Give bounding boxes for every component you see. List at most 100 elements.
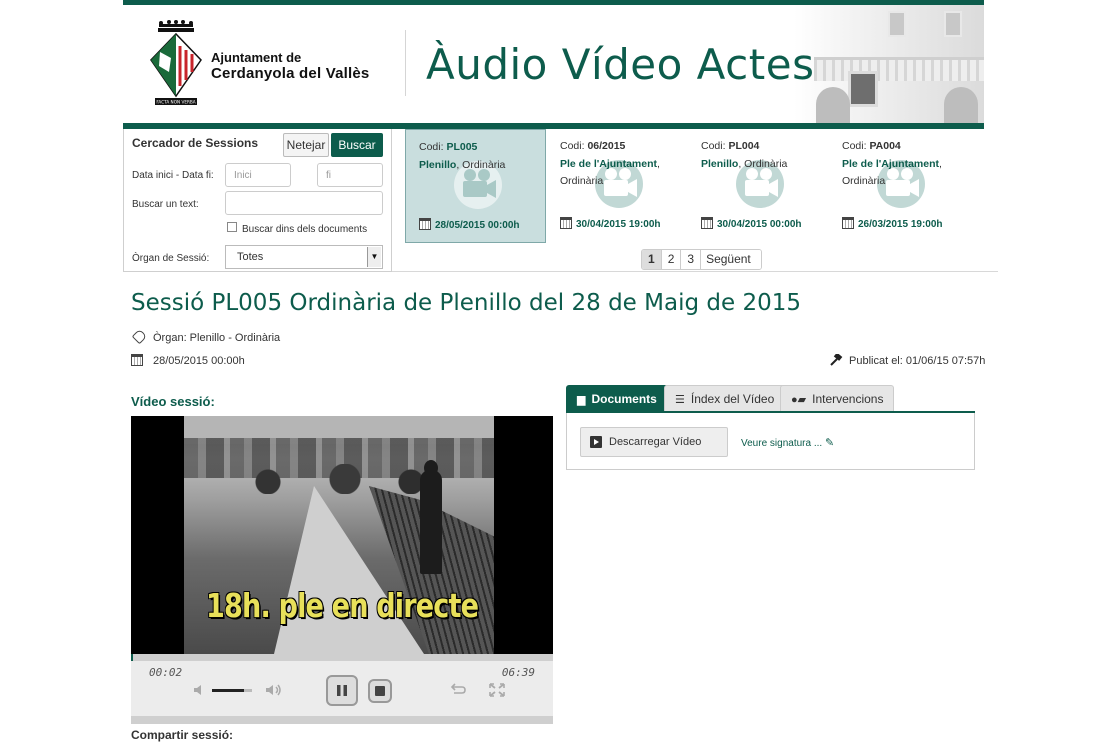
download-video-label: Descarregar Vídeo bbox=[609, 436, 702, 448]
session-card[interactable]: Codi: PA004 Ple de l'Ajuntament, Ordinàri… bbox=[829, 129, 970, 243]
download-video-button[interactable]: Descarregar Vídeo bbox=[580, 427, 728, 457]
tab-interventions-label: Intervencions bbox=[812, 392, 884, 406]
video-controls: 00:02 06:39 bbox=[131, 654, 553, 724]
duration: 06:39 bbox=[501, 666, 535, 679]
list-icon: ☰ bbox=[675, 394, 685, 406]
session-date-row: 28/05/2015 00:00h bbox=[131, 354, 245, 367]
clear-button[interactable]: Netejar bbox=[283, 133, 329, 157]
header-building-photo bbox=[794, 5, 984, 123]
session-organ-type: Plenillo, Ordinària bbox=[701, 158, 788, 170]
published-row: Publicat el: 01/06/15 07:57h bbox=[829, 354, 985, 367]
session-code: Codi: PL005 bbox=[419, 141, 478, 153]
stop-icon bbox=[375, 686, 385, 696]
search-button[interactable]: Buscar bbox=[331, 133, 383, 157]
current-time: 00:02 bbox=[149, 666, 183, 679]
documents-panel: Descarregar Vídeo Veure signatura ... ✎ bbox=[566, 411, 975, 470]
logo-line-1: Ajuntament de bbox=[211, 50, 302, 65]
session-organ-type: Plenillo, Ordinària bbox=[419, 159, 506, 171]
calendar-icon bbox=[419, 218, 431, 230]
view-signature-link[interactable]: Veure signatura ... ✎ bbox=[741, 436, 834, 449]
session-date: 28/05/2015 00:00h bbox=[153, 355, 245, 367]
session-code: Codi: PL004 bbox=[701, 140, 760, 152]
volume-fill bbox=[212, 689, 244, 692]
session-organ-row: Òrgan: Plenillo - Ordinària bbox=[131, 328, 281, 345]
header-divider bbox=[405, 30, 406, 96]
building-window bbox=[944, 11, 962, 37]
tab-video-index[interactable]: ☰ Índex del Vídeo bbox=[664, 385, 786, 412]
play-icon bbox=[590, 436, 602, 448]
building-arch bbox=[816, 87, 850, 123]
site-title[interactable]: Àudio Vídeo Actes bbox=[426, 40, 814, 89]
start-date-input[interactable]: Inici bbox=[225, 163, 291, 187]
user-chat-icon: ●▰ bbox=[791, 394, 807, 406]
calendar-icon bbox=[560, 217, 572, 229]
organ-select-value: Totes bbox=[237, 251, 264, 263]
session-card[interactable]: Codi: PL004 Plenillo, Ordinària 30/04/2015… bbox=[688, 129, 829, 243]
svg-text:FACTA NON VERBA: FACTA NON VERBA bbox=[156, 100, 195, 105]
organ-select[interactable]: Totes ▼ bbox=[225, 245, 383, 269]
calendar-icon bbox=[701, 217, 713, 229]
video-person bbox=[420, 470, 442, 574]
volume-slider[interactable] bbox=[212, 689, 252, 692]
session-organ-type: Ple de l'Ajuntament, Ordinària bbox=[560, 158, 660, 187]
site-header: FACTA NON VERBA Ajuntament de Cerdanyola… bbox=[123, 0, 984, 129]
video-progress-bar[interactable] bbox=[131, 654, 553, 661]
search-in-documents-checkbox[interactable] bbox=[227, 222, 237, 232]
building-arch bbox=[944, 87, 978, 123]
session-organ: Òrgan: Plenillo - Ordinària bbox=[153, 332, 281, 344]
video-progress-fill bbox=[131, 654, 134, 661]
pencil-icon: ✎ bbox=[824, 437, 835, 449]
search-text-input[interactable] bbox=[225, 191, 383, 215]
page-1-button[interactable]: 1 bbox=[642, 250, 662, 269]
search-text-label: Buscar un text: bbox=[132, 199, 199, 210]
calendar-icon bbox=[131, 354, 143, 366]
page-2-button[interactable]: 2 bbox=[661, 250, 682, 269]
chevron-down-icon[interactable]: ▼ bbox=[367, 247, 381, 267]
search-in-documents-label: Buscar dins dels documents bbox=[242, 224, 368, 235]
session-code: Codi: PA004 bbox=[842, 140, 901, 152]
tab-documents[interactable]: ▆ Documents bbox=[566, 385, 668, 412]
end-date-input[interactable]: fi bbox=[317, 163, 383, 187]
gavel-icon bbox=[830, 354, 843, 366]
video-caption: 18h. ple en directe bbox=[206, 586, 479, 625]
next-page-button[interactable]: Següent bbox=[701, 250, 761, 269]
stop-button[interactable] bbox=[368, 679, 392, 703]
fullscreen-icon[interactable] bbox=[489, 683, 505, 697]
page-3-button[interactable]: 3 bbox=[681, 250, 702, 269]
session-search-panel: Cercador de Sessions Netejar Buscar Data… bbox=[123, 129, 392, 272]
session-title: Sessió PL005 Ordinària de Plenillo del 2… bbox=[131, 290, 801, 316]
view-signature-label: Veure signatura ... bbox=[741, 438, 823, 449]
volume-low-icon[interactable] bbox=[193, 684, 207, 696]
session-card[interactable]: Codi: PL005 Plenillo, Ordinària 28/05/2015… bbox=[405, 129, 546, 243]
session-card-date: 30/04/2015 00:00h bbox=[701, 217, 802, 230]
video-player[interactable]: 18h. ple en directe bbox=[131, 416, 553, 654]
pause-icon bbox=[337, 685, 347, 696]
pagination: 1 2 3 Següent bbox=[641, 249, 762, 270]
calendar-icon bbox=[842, 217, 854, 229]
building-plaque bbox=[848, 71, 878, 107]
volume-high-icon[interactable] bbox=[265, 683, 283, 697]
building-balcony bbox=[814, 57, 984, 81]
search-panel-title: Cercador de Sessions bbox=[132, 136, 259, 150]
tab-video-index-label: Índex del Vídeo bbox=[690, 392, 775, 406]
tab-interventions[interactable]: ●▰ Intervencions bbox=[780, 385, 895, 412]
published-date: Publicat el: 01/06/15 07:57h bbox=[849, 355, 986, 367]
session-code: Codi: 06/2015 bbox=[560, 140, 626, 152]
tab-documents-label: Documents bbox=[591, 392, 657, 406]
loop-icon[interactable] bbox=[449, 683, 467, 697]
city-coat-of-arms-logo[interactable]: FACTA NON VERBA bbox=[145, 20, 207, 108]
session-card[interactable]: Codi: 06/2015 Ple de l'Ajuntament, Ordinà… bbox=[547, 129, 688, 243]
organ-label: Òrgan de Sessió: bbox=[132, 253, 210, 264]
document-icon: ▆ bbox=[577, 394, 586, 406]
controls-bottom-bar bbox=[131, 716, 553, 724]
date-range-label: Data inici - Data fi: bbox=[132, 170, 214, 181]
logo-line-2: Cerdanyola del Vallès bbox=[211, 65, 370, 82]
pause-button[interactable] bbox=[326, 675, 358, 706]
cards-divider bbox=[392, 271, 998, 272]
session-card-date: 26/03/2015 19:00h bbox=[842, 217, 943, 230]
building-window bbox=[888, 11, 906, 37]
session-card-date: 28/05/2015 00:00h bbox=[419, 218, 520, 231]
video-section-label: Vídeo sessió: bbox=[131, 394, 215, 409]
session-organ-type: Ple de l'Ajuntament, Ordinària bbox=[842, 158, 942, 187]
share-session-label: Compartir sessió: bbox=[131, 728, 234, 742]
